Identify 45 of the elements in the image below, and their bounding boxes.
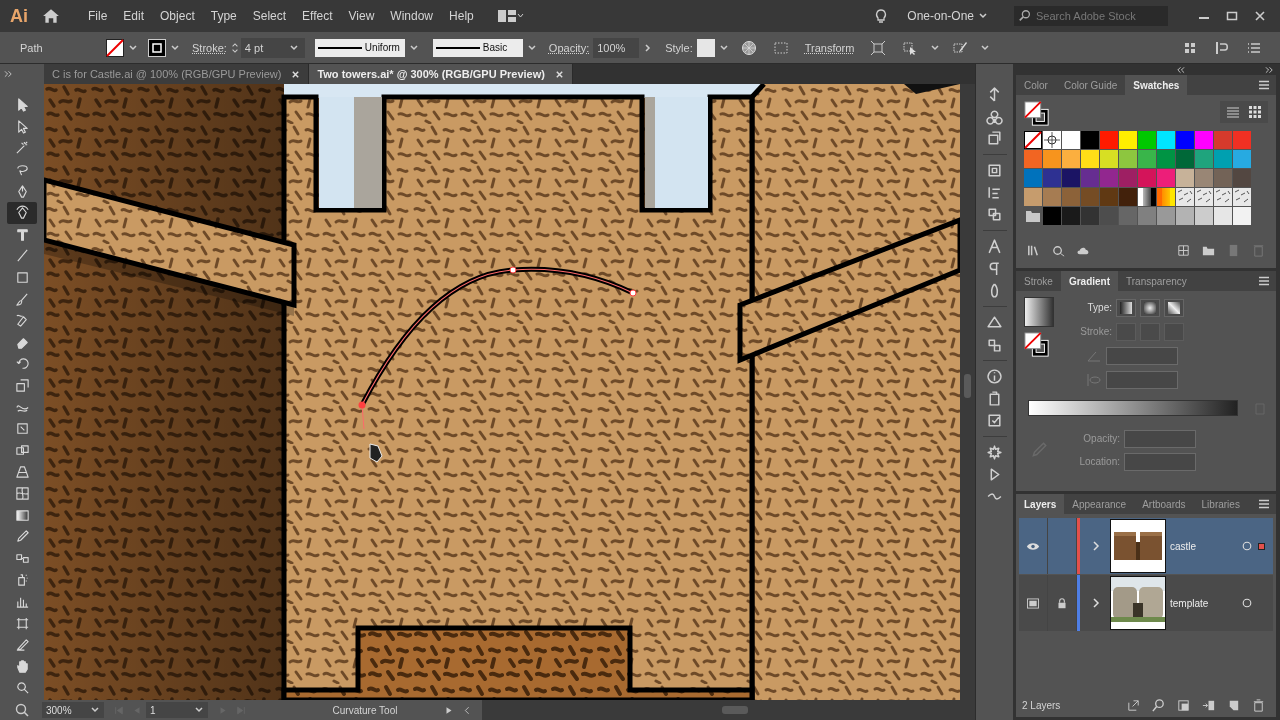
stroke-label: Stroke:: [1079, 326, 1112, 337]
app-logo: Ai: [10, 5, 28, 27]
menu-item[interactable]: Help: [441, 9, 482, 23]
layer-name[interactable]: castle: [1170, 540, 1197, 552]
menu-item[interactable]: Object: [152, 9, 203, 23]
location-label: Location:: [1078, 456, 1120, 467]
opacity-label: Opacity:: [1082, 433, 1120, 444]
menu-item[interactable]: Effect: [294, 9, 341, 23]
menu-item[interactable]: View: [340, 9, 383, 23]
menu-item[interactable]: Window: [382, 9, 442, 23]
artboard-number-dropdown[interactable]: 1: [146, 702, 208, 718]
opacity-label[interactable]: Opacity:: [548, 41, 590, 54]
current-tool-label: Curvature Tool: [331, 704, 399, 716]
panel-tab[interactable]: Libraries: [1193, 494, 1248, 514]
workspace-switcher[interactable]: One-on-One: [907, 9, 974, 23]
selection-type-label: Path: [19, 41, 44, 54]
type-label: Type:: [1086, 302, 1112, 313]
brush-definition-dropdown[interactable]: Basic: [432, 38, 523, 57]
transform-link[interactable]: Transform: [804, 41, 855, 54]
menu-item[interactable]: Select: [244, 9, 295, 23]
panel-tab[interactable]: Gradient: [1060, 271, 1119, 291]
layer-name[interactable]: template: [1170, 597, 1209, 609]
panel-tab[interactable]: Color Guide: [1055, 75, 1126, 95]
panel-tab[interactable]: Stroke: [1016, 271, 1061, 291]
document-tab[interactable]: Two towers.ai* @ 300% (RGB/GPU Preview): [309, 64, 573, 84]
opacity-field[interactable]: 100%: [593, 37, 640, 58]
stroke-label[interactable]: Stroke:: [192, 41, 227, 54]
panel-tab[interactable]: Transparency: [1118, 271, 1195, 291]
layer-count: 2 Layers: [1022, 700, 1061, 711]
stroke-weight-field[interactable]: 4 pt: [240, 37, 305, 58]
panel-tab[interactable]: Color: [1016, 75, 1056, 95]
layer-row[interactable]: template: [1019, 575, 1273, 631]
document-tab[interactable]: C is for Castle.ai @ 100% (RGB/GPU Preview): [44, 64, 310, 84]
layer-row[interactable]: castle: [1019, 518, 1273, 574]
variable-width-profile-dropdown[interactable]: Uniform: [314, 38, 405, 57]
panel-tab[interactable]: Artboards: [1134, 494, 1194, 514]
zoom-level-dropdown[interactable]: 300%: [42, 702, 104, 718]
panel-tab[interactable]: Layers: [1016, 494, 1065, 514]
search-field[interactable]: Search Adobe Stock: [1014, 6, 1168, 26]
style-label: Style:: [665, 41, 693, 54]
menu-item[interactable]: Type: [202, 9, 245, 23]
menu-item[interactable]: File: [80, 9, 116, 23]
menu-item[interactable]: Edit: [115, 9, 153, 23]
panel-tab[interactable]: Swatches: [1125, 75, 1188, 95]
panel-tab[interactable]: Appearance: [1064, 494, 1135, 514]
